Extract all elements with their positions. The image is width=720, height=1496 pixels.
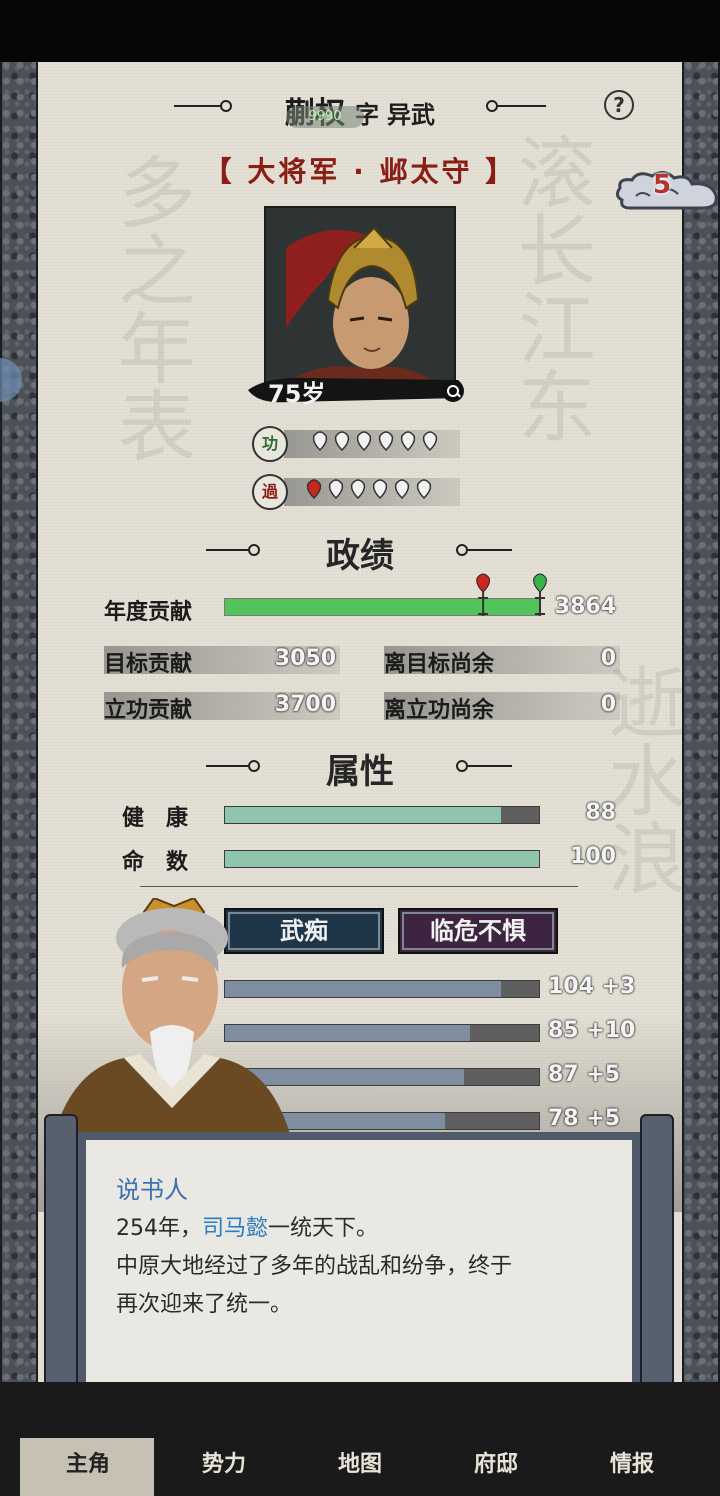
status-bar <box>0 0 720 62</box>
general-portrait-image <box>266 208 454 396</box>
fault-badge: 過 <box>252 474 288 510</box>
fault-row: 過 <box>252 474 462 510</box>
dialogue-speaker: 说书人 <box>116 1176 188 1204</box>
target-contribution-label: 目标贡献 <box>104 652 193 677</box>
stat-value: 104 +3 <box>548 974 636 999</box>
target-remaining-label: 离目标尚余 <box>384 652 495 677</box>
courtesy-name: 异武 <box>387 101 435 129</box>
nav-tab-intel[interactable]: 情报 <box>572 1446 692 1496</box>
fault-drop-icon <box>350 479 366 500</box>
dialogue-line-2: 中原大地经过了多年的战乱和纷争，终于 <box>116 1254 513 1279</box>
dialogue-text: 254年， <box>116 1216 202 1241</box>
narrator-portrait <box>54 898 290 1134</box>
nav-tab-faction[interactable]: 势力 <box>164 1446 284 1496</box>
fault-drops <box>306 479 432 500</box>
nav-label: 主角 <box>65 1452 110 1477</box>
dialogue-line-3: 再次迎来了统一。 <box>116 1292 293 1317</box>
fault-drop-icon <box>372 479 388 500</box>
annual-contribution-label: 年度贡献 <box>104 600 193 625</box>
merit-drop-icon <box>312 431 328 452</box>
annual-contribution-value: 3864 <box>554 594 616 619</box>
character-age: 75岁 <box>268 380 326 408</box>
help-button[interactable]: ? <box>604 90 634 120</box>
dialogue-highlight-name[interactable]: 司马懿 <box>202 1216 268 1241</box>
target-remaining-value: 0 <box>600 646 616 671</box>
dialogue-text: 一统天下。 <box>268 1216 379 1241</box>
merit-contribution-label: 立功贡献 <box>104 698 193 723</box>
health-bar <box>224 806 540 824</box>
merit-drop-icon <box>378 431 394 452</box>
merit-row: 功 <box>252 426 462 462</box>
health-label: 健 康 <box>122 806 189 831</box>
fault-drop-icon <box>328 479 344 500</box>
background-calligraphy: 多之年表 <box>104 152 195 464</box>
dialogue-line-1: 254年，司马懿一统天下。 <box>116 1210 616 1248</box>
merit-drop-icon <box>422 431 438 452</box>
merit-drop-icon <box>334 431 350 452</box>
cloud-badge-count: 5 <box>652 170 672 200</box>
merit-drop-icon <box>356 431 372 452</box>
merit-remaining-label: 离立功尚余 <box>384 698 495 723</box>
target-marker-icon <box>476 573 490 616</box>
merit-remaining-value: 0 <box>600 692 616 717</box>
fault-drop-icon <box>306 479 322 500</box>
scroll-border-left <box>0 62 38 1382</box>
fault-drop-icon <box>416 479 432 500</box>
nav-tab-protagonist[interactable]: 主角 <box>28 1446 148 1496</box>
stat-value: 87 +5 <box>548 1062 621 1087</box>
merit-drop-icon <box>400 431 416 452</box>
health-value: 88 <box>585 800 616 825</box>
attributes-divider <box>140 886 578 887</box>
target-markers-icon <box>476 573 547 616</box>
fault-drop-icon <box>394 479 410 500</box>
health-fill <box>225 807 502 823</box>
scroll-border-right <box>682 62 720 1382</box>
fate-label: 命 数 <box>122 850 189 875</box>
target-contribution-value: 3050 <box>274 646 336 671</box>
fate-fill <box>225 851 539 867</box>
merit-marker-icon <box>533 573 547 616</box>
zoom-portrait-icon[interactable] <box>442 380 464 402</box>
name-tag: 9990 <box>286 106 364 128</box>
trait-fearless[interactable]: 临危不惧 <box>398 908 558 954</box>
fate-value: 100 <box>570 844 616 869</box>
merit-badge: 功 <box>252 426 288 462</box>
character-portrait[interactable] <box>264 206 456 398</box>
attributes-title: 属性 <box>326 752 394 792</box>
nav-tab-mansion[interactable]: 府邸 <box>436 1446 556 1496</box>
merit-contribution-value: 3700 <box>274 692 336 717</box>
merit-drops <box>312 431 438 452</box>
stat-value: 85 +10 <box>548 1018 636 1043</box>
nav-tab-map[interactable]: 地图 <box>300 1446 420 1496</box>
fate-bar <box>224 850 540 868</box>
